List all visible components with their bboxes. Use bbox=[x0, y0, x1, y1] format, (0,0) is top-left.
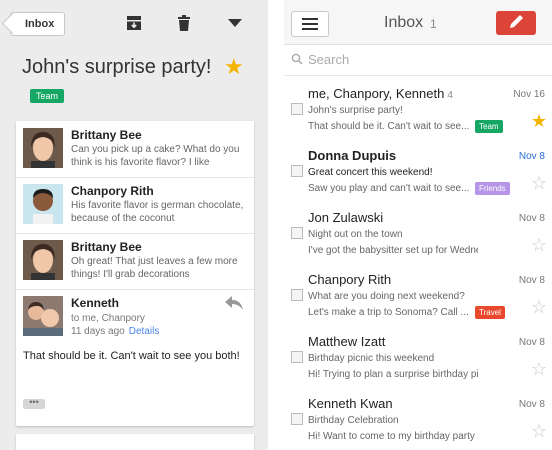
avatar bbox=[23, 296, 63, 336]
email-row[interactable]: Matthew Izatt Nov 8 Birthday picnic this w… bbox=[284, 326, 552, 389]
email-sender-name: Jon Zulawski bbox=[308, 210, 384, 225]
email-sender-name: Chanpory Rith bbox=[308, 272, 392, 287]
message-body: That should be it. Can't wait to see you… bbox=[23, 350, 240, 362]
email-snippet: Let's make a trip to Sonoma? Call ... bbox=[308, 307, 469, 318]
email-row[interactable]: Jon Zulawski Nov 8 Night out on the town I'… bbox=[284, 202, 552, 265]
star-icon[interactable]: ☆ bbox=[531, 236, 547, 254]
email-date: Nov 16 bbox=[513, 89, 545, 100]
details-link[interactable]: Details bbox=[129, 326, 160, 337]
email-row[interactable]: Kenneth Kwan Nov 8 Birthday Celebration Hi!… bbox=[284, 388, 552, 450]
chevron-down-icon[interactable] bbox=[226, 14, 244, 32]
message-recipients: to me, Chanpory bbox=[71, 313, 145, 324]
avatar bbox=[23, 128, 63, 168]
star-icon[interactable]: ★ bbox=[531, 112, 547, 130]
select-checkbox[interactable] bbox=[291, 227, 303, 239]
trash-icon[interactable] bbox=[175, 14, 193, 32]
email-label-badge[interactable]: Friends bbox=[475, 182, 510, 195]
email-sender: Kenneth Kwan bbox=[308, 396, 393, 411]
email-subject: Birthday picnic this weekend bbox=[308, 353, 435, 364]
email-sender: Jon Zulawski bbox=[308, 210, 383, 225]
email-row[interactable]: Donna Dupuis Nov 8 Great concert this week… bbox=[284, 140, 552, 203]
message-sender: Brittany Bee bbox=[71, 128, 142, 142]
email-subject: What are you doing next weekend? bbox=[308, 291, 465, 302]
menu-button[interactable] bbox=[291, 11, 329, 37]
pencil-icon bbox=[510, 15, 523, 28]
email-label-badge[interactable]: Travel bbox=[475, 306, 505, 319]
collapsed-message[interactable]: Brittany Bee Can you pick up a cake? Wha… bbox=[16, 121, 254, 178]
email-subject: Night out on the town bbox=[308, 229, 403, 240]
star-icon[interactable]: ☆ bbox=[531, 174, 547, 192]
email-sender-name: Matthew Izatt bbox=[308, 334, 386, 349]
search-icon bbox=[291, 53, 303, 65]
avatar bbox=[23, 184, 63, 224]
select-checkbox[interactable] bbox=[291, 165, 303, 177]
collapsed-message[interactable]: Brittany Bee Oh great! That just leaves … bbox=[16, 233, 254, 290]
star-icon[interactable]: ★ bbox=[224, 54, 244, 80]
reply-icon[interactable] bbox=[224, 295, 244, 311]
search-input[interactable]: Search bbox=[308, 52, 349, 67]
star-icon[interactable]: ☆ bbox=[531, 422, 547, 440]
star-icon[interactable]: ☆ bbox=[531, 360, 547, 378]
inbox-screen: Inbox 1 Search me, Chanpory, Kenneth 4 Nov… bbox=[284, 0, 552, 450]
email-date: Nov 8 bbox=[518, 151, 545, 162]
email-subject: John's surprise party! bbox=[308, 105, 403, 116]
email-sender-name: Donna Dupuis bbox=[308, 148, 397, 163]
email-label-badge[interactable]: Team bbox=[475, 120, 503, 133]
message-sender: Kenneth bbox=[71, 296, 119, 310]
show-quoted-button[interactable]: ••• bbox=[23, 398, 45, 409]
email-snippet: Hi! Want to come to my birthday party th… bbox=[308, 431, 478, 442]
compose-button[interactable] bbox=[496, 11, 536, 35]
email-date: Nov 8 bbox=[518, 275, 545, 286]
thread-count: 4 bbox=[447, 90, 453, 101]
email-subject: Great concert this weekend! bbox=[308, 167, 433, 178]
email-sender-name: me, Chanpory, Kenneth bbox=[308, 86, 445, 101]
select-checkbox[interactable] bbox=[291, 289, 303, 301]
email-subject: Birthday Celebration bbox=[308, 415, 399, 426]
email-sender: Matthew Izatt bbox=[308, 334, 385, 349]
collapsed-message[interactable]: Chanpory Rith His favorite flavor is ger… bbox=[16, 177, 254, 234]
search-bar[interactable]: Search bbox=[284, 45, 552, 76]
inbox-toolbar: Inbox 1 bbox=[284, 0, 552, 45]
message-sender: Chanpory Rith bbox=[71, 184, 154, 198]
email-row[interactable]: Chanpory Rith Nov 8 What are you doing nex… bbox=[284, 264, 552, 327]
email-date: Nov 8 bbox=[518, 337, 545, 348]
message-sender: Brittany Bee bbox=[71, 240, 142, 254]
email-snippet: That should be it. Can't wait to see... bbox=[308, 121, 470, 132]
email-snippet: Saw you play and can't wait to see... bbox=[308, 183, 470, 194]
archive-icon[interactable] bbox=[125, 14, 143, 32]
message-time: 11 days ago bbox=[71, 326, 125, 337]
thread-screen: Inbox John's surprise party! ★ Team Brit… bbox=[0, 0, 268, 450]
email-sender: me, Chanpory, Kenneth 4 bbox=[308, 86, 453, 101]
message-list: Brittany Bee Can you pick up a cake? Wha… bbox=[16, 121, 254, 426]
back-to-inbox-button[interactable]: Inbox bbox=[10, 12, 66, 36]
inbox-title: Inbox bbox=[384, 14, 424, 31]
email-sender: Donna Dupuis bbox=[308, 148, 396, 163]
expanded-message: Kenneth to me, Chanpory 11 days ago Detai… bbox=[16, 289, 254, 426]
email-sender-name: Kenneth Kwan bbox=[308, 396, 393, 411]
team-label-badge[interactable]: Team bbox=[30, 89, 65, 103]
email-snippet: Hi! Trying to plan a surprise birthday p… bbox=[308, 369, 478, 380]
email-snippet: I've got the babysitter set up for Wedne… bbox=[308, 245, 478, 256]
star-icon[interactable]: ☆ bbox=[531, 298, 547, 316]
email-sender: Chanpory Rith bbox=[308, 272, 391, 287]
select-checkbox[interactable] bbox=[291, 103, 303, 115]
next-card bbox=[16, 434, 254, 450]
thread-subject: John's surprise party! bbox=[22, 56, 212, 78]
avatar bbox=[23, 240, 63, 280]
email-date: Nov 8 bbox=[518, 399, 545, 410]
select-checkbox[interactable] bbox=[291, 351, 303, 363]
unread-count: 1 bbox=[430, 17, 437, 31]
email-date: Nov 8 bbox=[518, 213, 545, 224]
email-row[interactable]: me, Chanpory, Kenneth 4 Nov 16 John's surpr… bbox=[284, 78, 552, 141]
thread-toolbar: Inbox bbox=[0, 0, 268, 44]
message-time-row: 11 days ago Details bbox=[71, 326, 159, 337]
select-checkbox[interactable] bbox=[291, 413, 303, 425]
